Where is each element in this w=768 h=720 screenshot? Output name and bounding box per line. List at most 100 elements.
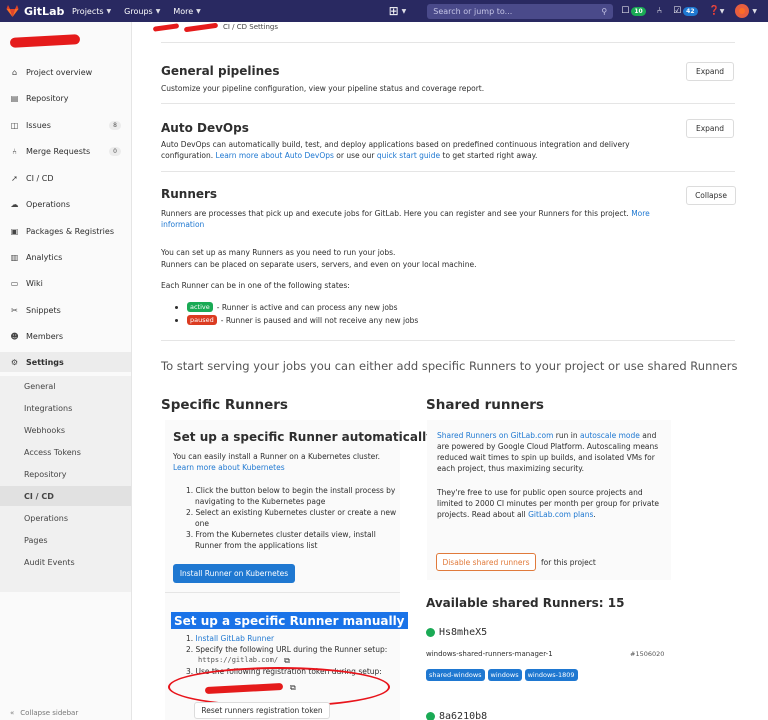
sidebar-item-snippets[interactable]: ✂ Snippets	[0, 300, 131, 320]
gitlab-plans-link[interactable]: GitLab.com plans	[528, 510, 593, 519]
disable-shared-runners-button[interactable]: Disable shared runners	[436, 553, 536, 571]
sidebar-item-members[interactable]: ☻ Members	[0, 326, 131, 346]
shared-text: each project, thus maximizing security.	[437, 464, 585, 473]
nav-groups[interactable]: Groups ▼	[124, 7, 160, 16]
gear-icon: ⚙	[10, 357, 19, 367]
sidebar-item-operations[interactable]: ☁ Operations	[0, 194, 131, 214]
install-runner-button[interactable]: Install Runner on Kubernetes	[173, 564, 295, 583]
auto-setup-steps: 1. Click the button below to begin the i…	[186, 485, 396, 551]
divider	[161, 103, 735, 104]
search-placeholder: Search or jump to...	[433, 6, 513, 16]
logo-text: GitLab	[24, 4, 65, 18]
reset-token-button[interactable]: Reset runners registration token	[194, 702, 330, 719]
search-input[interactable]: Search or jump to... ⚲	[427, 3, 614, 19]
issues-count: 8	[109, 120, 121, 130]
chevron-down-icon: ▼	[196, 7, 201, 15]
status-online-icon	[426, 628, 435, 637]
nav-projects[interactable]: Projects ▼	[72, 7, 111, 16]
copy-icon[interactable]: ⧉	[284, 655, 290, 666]
shared-text: limited to 2000 CI minutes per month per…	[437, 499, 660, 508]
sub-item-general[interactable]: General	[24, 382, 56, 391]
autoscale-mode-link[interactable]: autoscale mode	[580, 431, 640, 440]
nav-more[interactable]: More ▼	[173, 7, 200, 16]
runner-url: https://gitlab.com/	[198, 656, 279, 664]
chevron-down-icon: ▼	[155, 7, 161, 15]
state-paused-row: paused - Runner is paused and will not r…	[175, 315, 418, 325]
runners-info: You can set up as many Runners as you ne…	[161, 247, 476, 271]
sub-item-pages[interactable]: Pages	[24, 536, 48, 545]
sub-item-ci-cd[interactable]: CI / CD	[24, 492, 54, 501]
chevron-down-icon: ▼	[106, 7, 112, 15]
settings-submenu: General Integrations Webhooks Access Tok…	[0, 376, 131, 592]
sidebar-item-merge-requests[interactable]: ⑃ Merge Requests 0	[0, 141, 131, 161]
merge-requests-button[interactable]: ⑃	[657, 6, 662, 16]
issues-button[interactable]: ☑ 42	[673, 6, 698, 16]
more-information-link[interactable]: information	[161, 220, 204, 229]
sub-item-operations[interactable]: Operations	[24, 514, 68, 523]
sidebar-item-label: Project overview	[26, 67, 93, 77]
autodevops-desc-text: configuration.	[161, 151, 216, 160]
sidebar-item-label: Members	[26, 331, 64, 341]
todos-button[interactable]: ☐ 10	[621, 6, 646, 16]
chevron-down-icon: ▼	[752, 7, 757, 15]
sidebar-item-issues[interactable]: ◫ Issues 8	[0, 115, 131, 135]
sub-item-webhooks[interactable]: Webhooks	[24, 426, 65, 435]
user-menu[interactable]: ▼	[735, 4, 757, 18]
section-title-runners: Runners	[161, 187, 218, 201]
submenu-active-highlight	[0, 486, 131, 506]
shared-runners-gitlab-link[interactable]: Shared Runners on GitLab.com	[437, 431, 553, 440]
sidebar-item-ci-cd[interactable]: ➚ CI / CD	[0, 168, 131, 188]
expand-autodevops-button[interactable]: Expand	[686, 119, 734, 138]
specific-runners-title: Specific Runners	[161, 397, 288, 413]
breadcrumb-redacted	[152, 22, 180, 32]
book-open-icon: ▭	[10, 278, 19, 288]
runner-name: 8a6210b8	[439, 711, 488, 720]
help-button[interactable]: ❓ ▼	[709, 6, 725, 16]
sub-item-audit-events[interactable]: Audit Events	[24, 558, 75, 567]
sidebar-item-packages[interactable]: ▣ Packages & Registries	[0, 221, 131, 241]
autodevops-learn-more-link[interactable]: Learn more about Auto DevOps	[216, 151, 334, 160]
mr-count-badge: 42	[683, 6, 698, 16]
sidebar-item-label: Repository	[26, 93, 69, 103]
auto-setup-title: Set up a specific Runner automatically	[173, 430, 434, 444]
users-icon: ☻	[10, 331, 19, 341]
copy-icon[interactable]: ⧉	[290, 683, 296, 693]
quick-start-guide-link[interactable]: quick start guide	[377, 151, 440, 160]
collapse-sidebar-button[interactable]: « Collapse sidebar	[0, 706, 131, 720]
sidebar-item-settings[interactable]: ⚙ Settings	[0, 352, 131, 372]
todo-count-badge: 10	[631, 6, 646, 16]
gitlab-logo[interactable]: GitLab	[6, 5, 72, 18]
new-item-dropdown[interactable]: ⊞ ▼	[389, 4, 407, 18]
more-information-link[interactable]: More	[631, 209, 650, 218]
divider	[165, 592, 400, 593]
step-text: navigating to the Kubernetes page	[195, 497, 326, 506]
install-gitlab-runner-link[interactable]: Install GitLab Runner	[196, 634, 275, 643]
bullet	[175, 305, 178, 309]
collapse-sidebar-label: Collapse sidebar	[20, 709, 79, 717]
shared-runners-title: Shared runners	[426, 397, 544, 413]
divider	[161, 42, 735, 43]
nav-groups-label: Groups	[124, 6, 153, 16]
sidebar-item-analytics[interactable]: ▥ Analytics	[0, 247, 131, 267]
sidebar-item-label: Packages & Registries	[26, 226, 114, 236]
project-name-redacted	[9, 34, 81, 48]
step-text: Runner from the applications list	[195, 541, 318, 550]
sidebar-item-project-overview[interactable]: ⌂ Project overview	[0, 62, 131, 82]
bullet	[175, 318, 178, 322]
step-prefix: 1.	[186, 634, 196, 643]
sub-item-access-tokens[interactable]: Access Tokens	[24, 448, 81, 457]
runners-lead-text: To start serving your jobs you can eithe…	[161, 359, 738, 373]
expand-pipelines-button[interactable]: Expand	[686, 62, 734, 81]
learn-kubernetes-link[interactable]: Learn more about Kubernetes	[173, 463, 285, 472]
tag-badge: windows-1809	[524, 669, 578, 681]
state-paused-text: - Runner is paused and will not receive …	[220, 315, 419, 325]
autodevops-desc-text: or use our	[333, 151, 377, 160]
divider	[161, 171, 735, 172]
breadcrumb-current[interactable]: CI / CD Settings	[223, 23, 278, 31]
collapse-runners-button[interactable]: Collapse	[686, 186, 736, 205]
sub-item-repository[interactable]: Repository	[24, 470, 67, 479]
sub-item-integrations[interactable]: Integrations	[24, 404, 72, 413]
sidebar-item-wiki[interactable]: ▭ Wiki	[0, 273, 131, 293]
package-icon: ▣	[10, 226, 19, 236]
sidebar-item-repository[interactable]: ▤ Repository	[0, 88, 131, 108]
